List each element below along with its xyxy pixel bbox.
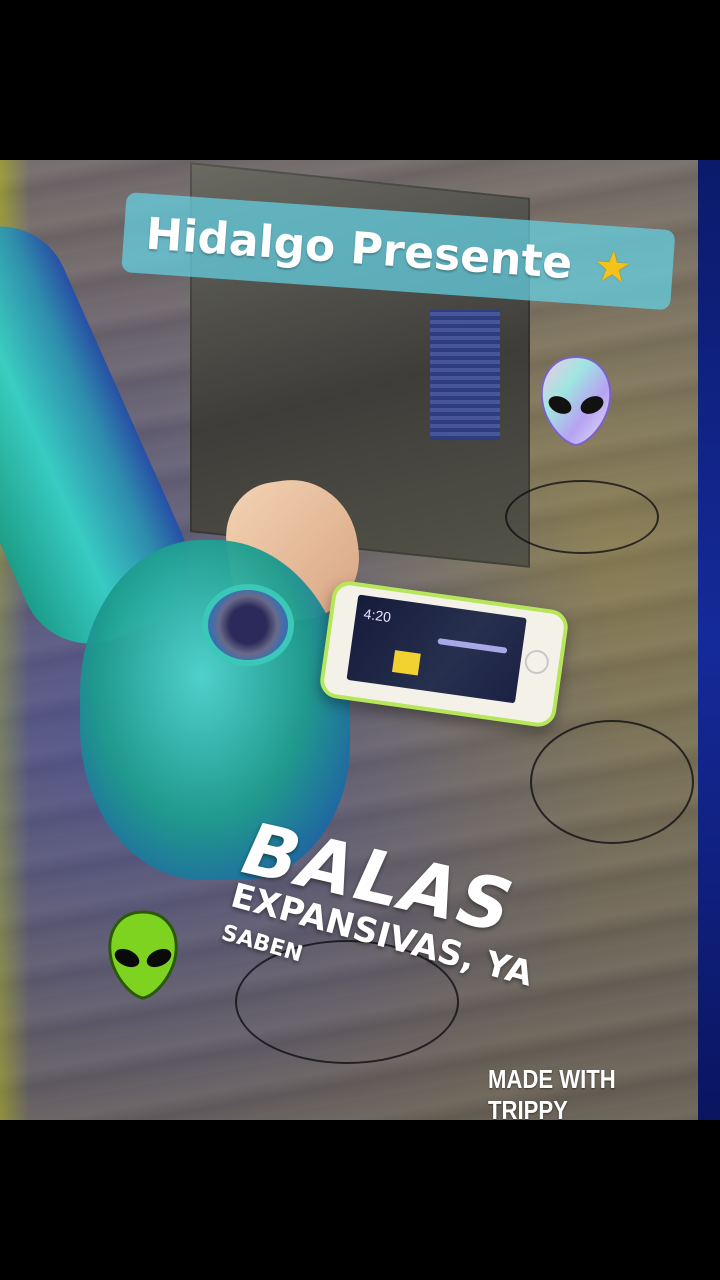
bottom-letterbox [0,1120,720,1280]
computer-fan-grille [430,310,500,440]
alien-head-icon [106,910,180,1000]
cable [505,480,659,554]
bong-bowl [208,590,288,660]
star-icon: ★ [592,241,634,291]
top-letterbox [0,0,720,160]
home-button [523,648,551,676]
phone-clock: 4:20 [362,605,392,626]
phone-progress-bar [437,638,508,654]
banner-title: Hidalgo Presente [144,208,574,289]
right-edge-glow [698,160,720,1120]
phone-screen: 4:20 [346,594,527,704]
cable [530,720,694,844]
phone-album-art [391,650,421,676]
app-watermark: MADE WITH TRIPPY [488,1064,616,1125]
alien-head-icon [538,355,614,447]
